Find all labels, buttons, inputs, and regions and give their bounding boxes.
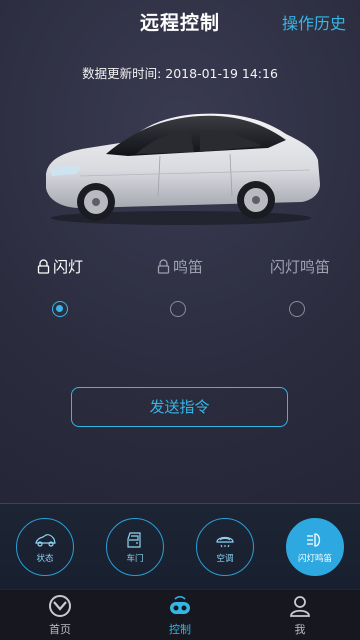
- car-illustration: [46, 113, 320, 225]
- dock-flash-horn-button[interactable]: 闪灯鸣笛: [286, 518, 344, 576]
- radio-horn[interactable]: [170, 301, 186, 317]
- nav-label: 控制: [169, 623, 191, 636]
- dock-label: 车门: [126, 553, 144, 564]
- lock-icon: [157, 259, 170, 274]
- radio-flash-and-horn[interactable]: [289, 301, 305, 317]
- bottom-navigation: 首页 控制 我: [0, 589, 360, 640]
- remote-control-icon: [170, 595, 190, 614]
- mode-label: 鸣笛: [172, 258, 203, 276]
- dock-ac-button[interactable]: 空调: [196, 518, 254, 576]
- nav-label: 我: [294, 623, 306, 636]
- mode-radio-group: [0, 301, 360, 319]
- mode-flash-lights[interactable]: 闪灯: [0, 256, 120, 277]
- air-conditioner-icon: [216, 536, 234, 547]
- dock-label: 状态: [36, 553, 54, 564]
- dock-label: 空调: [216, 553, 234, 564]
- send-command-button[interactable]: 发送指令: [71, 387, 288, 427]
- update-time-value: 2018-01-19 14:16: [165, 66, 278, 81]
- dock-status-button[interactable]: 状态: [16, 518, 74, 576]
- function-dock: 状态 车门 空调 闪灯鸣笛: [0, 503, 360, 589]
- dock-label: 闪灯鸣笛: [297, 553, 332, 564]
- mode-horn[interactable]: 鸣笛: [120, 256, 240, 277]
- nav-home-tab[interactable]: 首页: [30, 594, 90, 640]
- data-update-time: 数据更新时间: 2018-01-19 14:16: [0, 63, 360, 82]
- mode-label: 闪灯: [52, 258, 83, 276]
- nav-me-tab[interactable]: 我: [270, 594, 330, 640]
- mode-options: 闪灯 鸣笛 闪灯鸣笛: [0, 256, 360, 286]
- operation-history-link[interactable]: 操作历史: [282, 10, 346, 34]
- lock-icon: [37, 259, 50, 274]
- nav-control-tab[interactable]: 控制: [150, 594, 210, 640]
- headlight-icon: [307, 532, 321, 547]
- radio-flash-lights[interactable]: [52, 301, 68, 317]
- car-door-icon: [127, 531, 141, 548]
- dock-door-button[interactable]: 车门: [106, 518, 164, 576]
- header: 远程控制 操作历史: [0, 0, 360, 44]
- car-status-icon: [35, 533, 56, 547]
- mode-label: 闪灯鸣笛: [269, 258, 330, 276]
- nav-label: 首页: [49, 623, 71, 636]
- user-icon: [290, 596, 310, 617]
- mode-flash-and-horn[interactable]: 闪灯鸣笛: [240, 256, 360, 277]
- home-logo-icon: [49, 595, 71, 617]
- update-time-label: 数据更新时间:: [82, 66, 162, 81]
